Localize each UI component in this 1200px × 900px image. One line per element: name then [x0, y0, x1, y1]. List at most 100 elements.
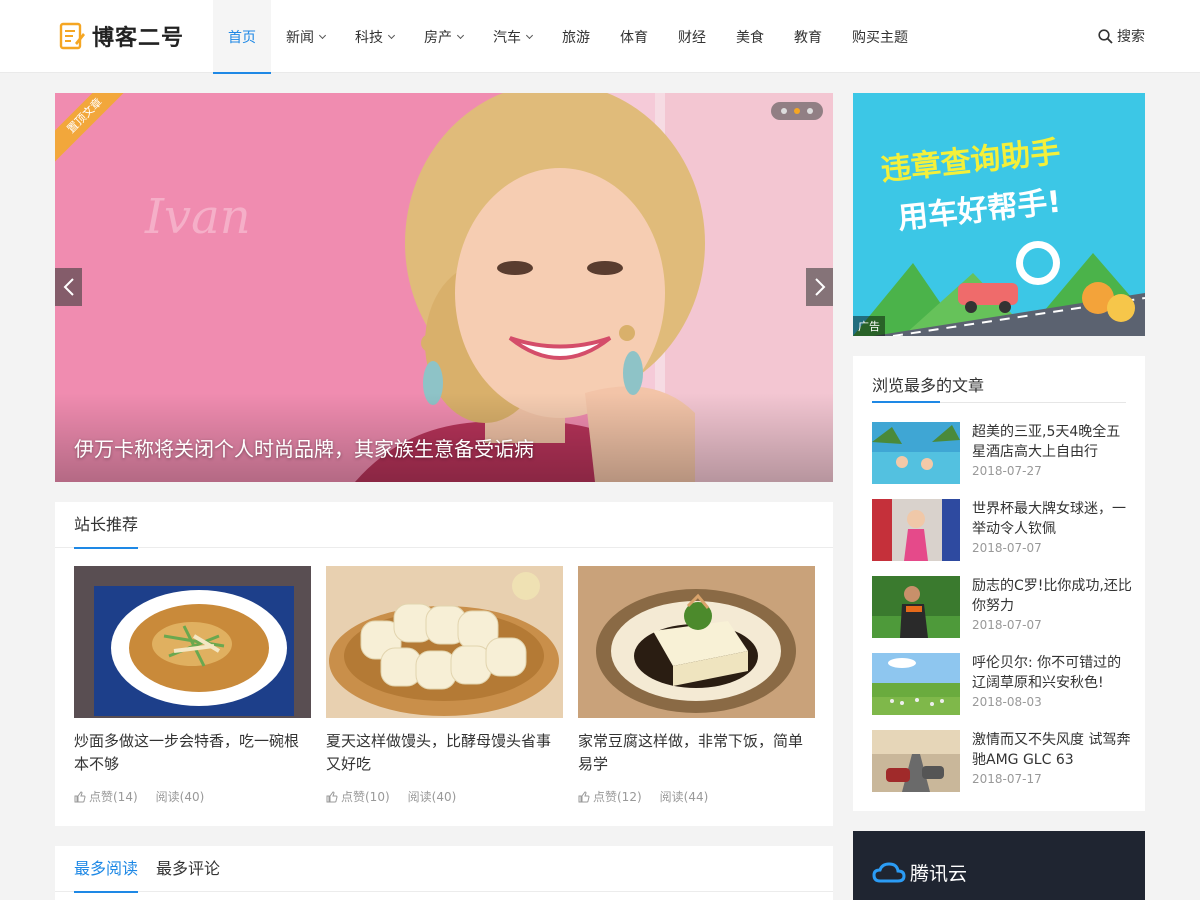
nav-item-label: 体育: [620, 29, 648, 46]
recommend-card: 夏天这样做馒头，比酵母馒头省事又好吃 点赞(10) 阅读(40): [326, 566, 563, 805]
slider-next-button[interactable]: [806, 268, 833, 306]
cloud-name: 腾讯云: [910, 863, 968, 885]
notepad-icon: [59, 22, 85, 50]
card-image[interactable]: [74, 566, 311, 718]
read-count: 阅读(44): [659, 790, 709, 804]
ad-label: 广告: [853, 316, 885, 336]
slider-dot[interactable]: [807, 108, 813, 114]
article-thumb[interactable]: [872, 730, 960, 792]
article-title[interactable]: 激情而又不失风度 试驾奔驰AMG GLC 63: [972, 730, 1132, 770]
slider-dots: [771, 102, 823, 120]
popular-list: 超美的三亚,5天4晚全五星酒店高大上自由行 2018-07-27 世界杯最大牌女…: [872, 422, 1132, 807]
list-item[interactable]: 激情而又不失风度 试驾奔驰AMG GLC 63 2018-07-17: [872, 730, 1132, 792]
article-thumb[interactable]: [872, 499, 960, 561]
list-item[interactable]: 呼伦贝尔: 你不可错过的辽阔草原和兴安秋色! 2018-08-03: [872, 653, 1132, 715]
popular-header: 浏览最多的文章: [853, 356, 1145, 406]
chevron-down-icon: [456, 31, 465, 39]
slider-dot-active[interactable]: [794, 108, 800, 114]
nav-item[interactable]: 科技: [340, 0, 409, 73]
featured-photo: Ivan: [55, 93, 833, 482]
ad-banner[interactable]: 违章查询助手 用车好帮手! 广告: [853, 93, 1145, 336]
card-image[interactable]: [326, 566, 563, 718]
article-date: 2018-07-17: [972, 772, 1042, 786]
slider-prev-button[interactable]: [55, 268, 82, 306]
nav-item[interactable]: 教育: [779, 0, 837, 73]
recommend-section: 站长推荐 炒面多做这一步会特香，吃一碗根本不够 点赞(14) 阅读(40) 夏天…: [55, 502, 833, 826]
article-thumb[interactable]: [872, 653, 960, 715]
article-info: 世界杯最大牌女球迷，一举动令人钦佩 2018-07-07: [972, 499, 1132, 561]
card-title[interactable]: 炒面多做这一步会特香，吃一碗根本不够: [74, 730, 311, 776]
article-info: 超美的三亚,5天4晚全五星酒店高大上自由行 2018-07-27: [972, 422, 1132, 484]
article-thumb[interactable]: [872, 576, 960, 638]
nav-item[interactable]: 房产: [409, 0, 478, 73]
list-item[interactable]: 世界杯最大牌女球迷，一举动令人钦佩 2018-07-07: [872, 499, 1132, 561]
main-nav: 首页 新闻 科技 房产 汽车 旅游 体育 财经 美食 教育 购买主题: [213, 0, 923, 74]
recommend-card: 炒面多做这一步会特香，吃一碗根本不够 点赞(14) 阅读(40): [74, 566, 311, 805]
nav-item[interactable]: 新闻: [271, 0, 340, 73]
article-title[interactable]: 励志的C罗!比你成功,还比你努力: [972, 576, 1132, 616]
read-count: 阅读(40): [407, 790, 457, 804]
thumbs-up-icon: [74, 790, 86, 802]
chevron-right-icon: [814, 278, 825, 296]
recommend-cards: 炒面多做这一步会特香，吃一碗根本不够 点赞(14) 阅读(40) 夏天这样做馒头…: [74, 566, 815, 805]
featured-slider[interactable]: Ivan 置顶文章 伊万卡称将关闭个人时尚品牌，其家族生意备受诟病: [55, 93, 833, 482]
nav-item[interactable]: 首页: [213, 0, 271, 74]
nav-item-label: 教育: [794, 29, 822, 46]
cloud-logo: 腾讯云: [872, 859, 967, 886]
chevron-down-icon: [318, 31, 327, 39]
nav-item[interactable]: 美食: [721, 0, 779, 73]
like-count-text: 点赞(12): [593, 790, 642, 804]
tabs-header: 最多阅读 最多评论: [55, 846, 833, 893]
nav-item-label: 购买主题: [852, 29, 908, 46]
site-header: 博客二号 首页 新闻 科技 房产 汽车 旅游 体育 财经 美食 教育 购买主题 搜索: [0, 0, 1200, 74]
article-date: 2018-07-27: [972, 464, 1042, 478]
popular-title: 浏览最多的文章: [872, 376, 985, 395]
like-count-text: 点赞(10): [341, 790, 390, 804]
card-title[interactable]: 夏天这样做馒头，比酵母馒头省事又好吃: [326, 730, 563, 776]
thumbs-up-icon: [326, 790, 338, 802]
tencent-cloud-banner[interactable]: 腾讯云: [853, 831, 1145, 900]
article-info: 励志的C罗!比你成功,还比你努力 2018-07-07: [972, 576, 1132, 638]
article-title[interactable]: 呼伦贝尔: 你不可错过的辽阔草原和兴安秋色!: [972, 653, 1132, 693]
nav-item[interactable]: 汽车: [478, 0, 547, 73]
article-date: 2018-08-03: [972, 695, 1042, 709]
article-date: 2018-07-07: [972, 541, 1042, 555]
recommend-card: 家常豆腐这样做，非常下饭，简单易学 点赞(12) 阅读(44): [578, 566, 815, 805]
list-item[interactable]: 超美的三亚,5天4晚全五星酒店高大上自由行 2018-07-27: [872, 422, 1132, 484]
ranking-tabs-section: 最多阅读 最多评论: [55, 846, 833, 900]
nav-item-label: 新闻: [286, 29, 314, 46]
like-count[interactable]: 点赞(12): [578, 788, 642, 805]
nav-item-label: 首页: [228, 29, 256, 46]
nav-item[interactable]: 旅游: [547, 0, 605, 73]
tofu-photo: [578, 566, 815, 718]
cloud-icon: [872, 861, 906, 882]
svg-text:Ivan: Ivan: [144, 189, 251, 245]
list-item[interactable]: 励志的C罗!比你成功,还比你努力 2018-07-07: [872, 576, 1132, 638]
nav-item[interactable]: 财经: [663, 0, 721, 73]
nav-item-label: 科技: [355, 29, 383, 46]
card-image[interactable]: [578, 566, 815, 718]
site-name: 博客二号: [92, 26, 185, 51]
nav-item[interactable]: 购买主题: [837, 0, 923, 73]
search-button[interactable]: 搜索: [1098, 26, 1145, 46]
article-title[interactable]: 超美的三亚,5天4晚全五星酒店高大上自由行: [972, 422, 1132, 462]
card-title[interactable]: 家常豆腐这样做，非常下饭，简单易学: [578, 730, 815, 776]
like-count[interactable]: 点赞(14): [74, 788, 138, 805]
article-thumb[interactable]: [872, 422, 960, 484]
like-count[interactable]: 点赞(10): [326, 788, 390, 805]
popular-articles: 浏览最多的文章 超美的三亚,5天4晚全五星酒店高大上自由行 2018-07-27…: [853, 356, 1145, 811]
nav-item-label: 旅游: [562, 29, 590, 46]
site-logo[interactable]: 博客二号: [58, 20, 184, 52]
article-title[interactable]: 世界杯最大牌女球迷，一举动令人钦佩: [972, 499, 1132, 539]
nav-item-label: 美食: [736, 29, 764, 46]
nav-item[interactable]: 体育: [605, 0, 663, 73]
chevron-left-icon: [63, 278, 74, 296]
ad-artwork: 违章查询助手 用车好帮手!: [853, 93, 1145, 336]
slide-title[interactable]: 伊万卡称将关闭个人时尚品牌，其家族生意备受诟病: [74, 433, 534, 462]
search-label: 搜索: [1117, 29, 1145, 45]
slider-dot[interactable]: [781, 108, 787, 114]
card-meta: 点赞(12) 阅读(44): [578, 788, 815, 805]
tab-most-comments[interactable]: 最多评论: [156, 846, 220, 892]
chevron-down-icon: [387, 31, 396, 39]
tab-most-read[interactable]: 最多阅读: [74, 846, 139, 893]
